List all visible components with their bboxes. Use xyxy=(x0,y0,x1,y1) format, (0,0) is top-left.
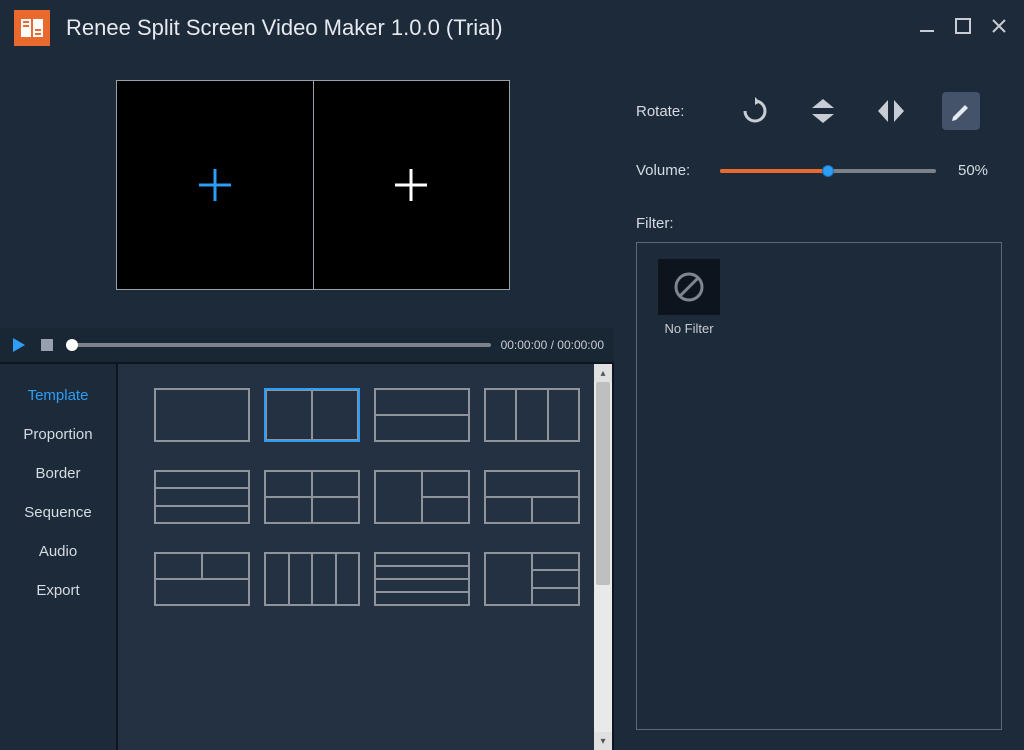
template-thumbnail[interactable] xyxy=(484,470,580,524)
volume-value: 50% xyxy=(958,162,988,179)
template-thumbnail[interactable] xyxy=(154,552,250,606)
no-filter-icon xyxy=(658,259,720,315)
template-thumbnail[interactable] xyxy=(154,388,250,442)
tab-proportion[interactable]: Proportion xyxy=(0,415,116,454)
tab-label: Template xyxy=(28,387,89,404)
tab-label: Export xyxy=(36,582,79,599)
scroll-down-icon[interactable]: ▾ xyxy=(594,732,612,750)
play-button[interactable] xyxy=(10,336,28,354)
template-thumbnail[interactable] xyxy=(484,552,580,606)
time-readout: 00:00:00 / 00:00:00 xyxy=(501,338,604,352)
flip-horizontal-button[interactable] xyxy=(874,94,908,128)
close-button[interactable] xyxy=(988,18,1010,39)
template-thumbnail[interactable] xyxy=(374,388,470,442)
tab-label: Sequence xyxy=(24,504,92,521)
rotate-row: Rotate: xyxy=(636,92,1002,130)
add-media-icon xyxy=(389,163,433,207)
tab-template[interactable]: Template xyxy=(0,376,116,415)
filter-panel: No Filter xyxy=(636,242,1002,730)
template-scrollbar[interactable]: ▴ ▾ xyxy=(594,364,612,750)
filter-caption: No Filter xyxy=(664,321,713,336)
template-panel: ▴ ▾ xyxy=(118,364,612,750)
stop-button[interactable] xyxy=(38,336,56,354)
add-media-icon xyxy=(193,163,237,207)
app-title: Renee Split Screen Video Maker 1.0.0 (Tr… xyxy=(66,15,503,41)
tab-sequence[interactable]: Sequence xyxy=(0,493,116,532)
tab-label: Border xyxy=(35,465,80,482)
app-logo xyxy=(14,10,50,46)
template-thumbnail[interactable] xyxy=(374,552,470,606)
filter-item-none[interactable]: No Filter xyxy=(653,259,725,336)
scroll-up-icon[interactable]: ▴ xyxy=(594,364,612,382)
timeline-slider[interactable] xyxy=(66,343,491,347)
scroll-thumb[interactable] xyxy=(596,382,610,585)
tab-label: Audio xyxy=(39,543,77,560)
maximize-button[interactable] xyxy=(952,18,974,39)
filter-label: Filter: xyxy=(636,215,1002,232)
volume-row: Volume: 50% xyxy=(636,162,1002,179)
side-tabs: Template Proportion Border Sequence Audi… xyxy=(0,364,118,750)
rotate-cw-button[interactable] xyxy=(738,94,772,128)
scroll-track[interactable] xyxy=(594,382,612,732)
tab-export[interactable]: Export xyxy=(0,571,116,610)
template-thumbnail[interactable] xyxy=(264,470,360,524)
flip-vertical-button[interactable] xyxy=(806,94,840,128)
volume-label: Volume: xyxy=(636,162,704,179)
preview-canvas xyxy=(116,80,510,290)
tab-audio[interactable]: Audio xyxy=(0,532,116,571)
preview-slot-1[interactable] xyxy=(117,81,313,289)
playback-bar: 00:00:00 / 00:00:00 xyxy=(0,328,614,362)
minimize-button[interactable] xyxy=(916,18,938,39)
preview-slot-2[interactable] xyxy=(313,81,510,289)
volume-knob[interactable] xyxy=(822,165,834,177)
volume-slider[interactable] xyxy=(720,169,936,173)
rotate-label: Rotate: xyxy=(636,103,704,120)
template-thumbnail[interactable] xyxy=(374,470,470,524)
crop-edit-button[interactable] xyxy=(942,92,980,130)
template-thumbnail[interactable] xyxy=(484,388,580,442)
timeline-knob[interactable] xyxy=(66,339,78,351)
volume-fill xyxy=(720,169,828,173)
preview-area xyxy=(0,56,614,328)
titlebar: Renee Split Screen Video Maker 1.0.0 (Tr… xyxy=(0,0,1024,56)
template-thumbnail[interactable] xyxy=(264,552,360,606)
template-thumbnail[interactable] xyxy=(154,470,250,524)
tab-label: Proportion xyxy=(23,426,92,443)
tab-border[interactable]: Border xyxy=(0,454,116,493)
template-thumbnail[interactable] xyxy=(264,388,360,442)
